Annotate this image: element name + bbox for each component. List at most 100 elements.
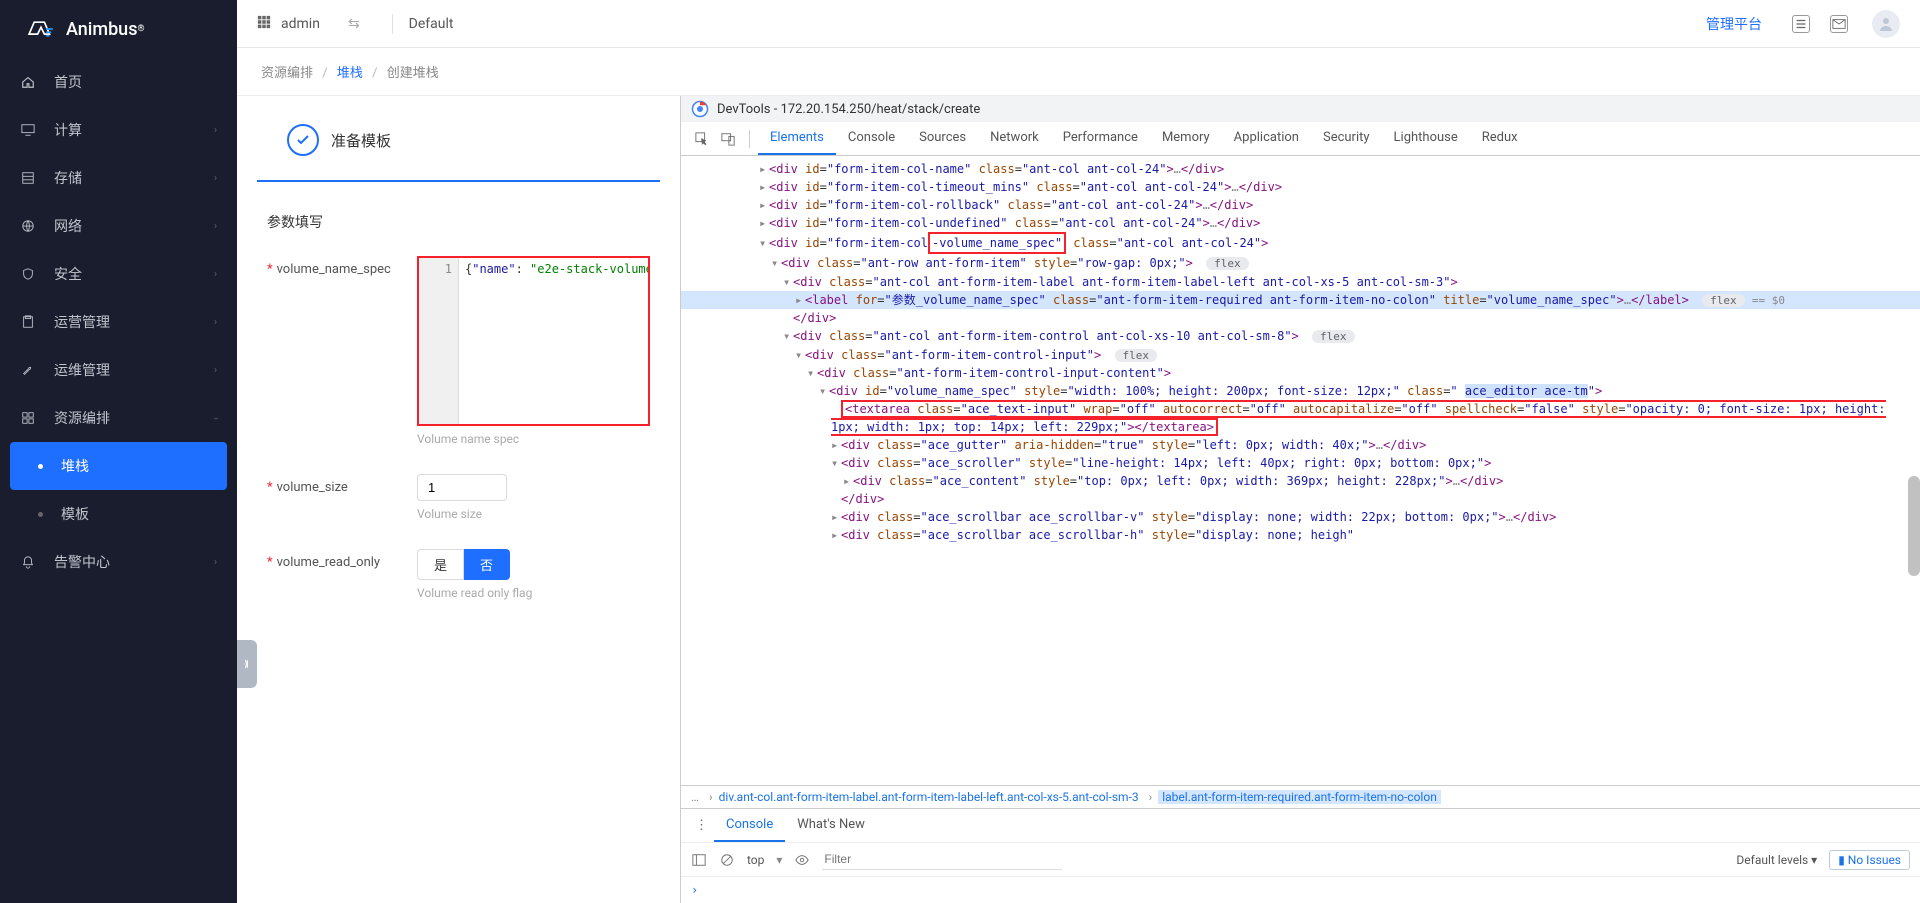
context-selector[interactable]: top	[747, 853, 764, 867]
sidebar-item-4[interactable]: 安全›	[0, 250, 237, 298]
user-avatar[interactable]	[1872, 10, 1900, 38]
dom-node-13[interactable]: <textarea class="ace_text-input" wrap="o…	[681, 400, 1920, 436]
devtools-tab-network[interactable]: Network	[978, 122, 1051, 155]
sidebar-item-3[interactable]: 网络›	[0, 202, 237, 250]
dom-node-6[interactable]: ▾<div class="ant-col ant-form-item-label…	[681, 273, 1920, 291]
dom-node-14[interactable]: ▸<div class="ace_gutter" aria-hidden="tr…	[681, 436, 1920, 454]
sidebar-item-label: 安全	[54, 264, 214, 284]
sidebar-item-label: 首页	[54, 72, 217, 92]
label-volume-size: volume_size	[277, 480, 348, 495]
radio-no[interactable]: 否	[464, 549, 510, 580]
sidebar-item-6[interactable]: 运维管理›	[0, 346, 237, 394]
devtools-tab-sources[interactable]: Sources	[907, 122, 978, 155]
brand-logo: Animbus®	[0, 0, 237, 58]
dom-node-2[interactable]: ▸<div id="form-item-col-rollback" class=…	[681, 196, 1920, 214]
code-editor-volume-name-spec[interactable]: 1 {"name": "e2e-stack-volume"}	[417, 256, 650, 426]
devtools-tab-memory[interactable]: Memory	[1150, 122, 1222, 155]
breadcrumb-root[interactable]: 资源编排	[261, 66, 313, 81]
devtools-breadcrumb[interactable]: … › div.ant-col.ant-form-item-label.ant-…	[681, 785, 1920, 808]
crumb-current[interactable]: label.ant-form-item-required.ant-form-it…	[1158, 790, 1441, 804]
list-icon[interactable]	[1792, 15, 1810, 33]
devtools-tab-console[interactable]: Console	[836, 122, 907, 155]
drawer-tab-console[interactable]: Console	[714, 809, 785, 842]
admin-label[interactable]: admin	[281, 16, 320, 32]
sidebar-subitem-7-1[interactable]: 模板	[0, 490, 237, 538]
devtools-tab-application[interactable]: Application	[1222, 122, 1311, 155]
devtools-tab-redux[interactable]: Redux	[1470, 122, 1530, 155]
eye-icon[interactable]	[794, 853, 810, 867]
console-toolbar: top ▾ Default levels ▾ ▮ No Issues	[681, 842, 1920, 876]
globe-icon	[20, 218, 36, 234]
dom-node-18[interactable]: ▸<div class="ace_scrollbar ace_scrollbar…	[681, 508, 1920, 526]
dom-node-19[interactable]: ▸<div class="ace_scrollbar ace_scrollbar…	[681, 526, 1920, 544]
dom-node-17[interactable]: </div>	[681, 490, 1920, 508]
dom-node-11[interactable]: ▾<div class="ant-form-item-control-input…	[681, 364, 1920, 382]
sidebar-subitem-7-0[interactable]: 堆栈	[10, 442, 227, 490]
breadcrumb-current: 创建堆栈	[387, 66, 439, 81]
devtools-app-icon	[691, 100, 709, 118]
device-icon[interactable]	[715, 124, 741, 154]
devtools-titlebar: DevTools - 172.20.154.250/heat/stack/cre…	[681, 96, 1920, 122]
dom-node-7[interactable]: ▸<label for="参数_volume_name_spec" class=…	[681, 291, 1920, 310]
dom-node-12[interactable]: ▾<div id="volume_name_spec" style="width…	[681, 382, 1920, 400]
sidebar-item-7[interactable]: 资源编排›	[0, 394, 237, 442]
devtools-tab-security[interactable]: Security	[1311, 122, 1382, 155]
sidebar-item-8[interactable]: 告警中心›	[0, 538, 237, 586]
database-icon	[20, 170, 36, 186]
project-label[interactable]: Default	[409, 16, 454, 32]
chevron-right-icon: ›	[214, 317, 217, 328]
clipboard-icon	[20, 314, 36, 330]
field-volume-name-spec: *volume_name_spec 1 {"name": "e2e-stack-…	[237, 242, 680, 460]
sidebar-item-0[interactable]: 首页	[0, 58, 237, 106]
code-body[interactable]: {"name": "e2e-stack-volume"}	[459, 258, 648, 424]
dom-node-16[interactable]: ▸<div class="ace_content" style="top: 0p…	[681, 472, 1920, 490]
devtools-tab-performance[interactable]: Performance	[1051, 122, 1150, 155]
radio-yes[interactable]: 是	[417, 549, 464, 580]
devtools-elements-tree[interactable]: ▸<div id="form-item-col-name" class="ant…	[681, 156, 1920, 785]
dom-node-10[interactable]: ▾<div class="ant-form-item-control-input…	[681, 346, 1920, 365]
dom-node-3[interactable]: ▸<div id="form-item-col-undefined" class…	[681, 214, 1920, 232]
sidebar-collapse-handle[interactable]	[237, 640, 257, 688]
label-volume-name-spec: volume_name_spec	[277, 262, 391, 277]
dom-node-4[interactable]: ▾<div id="form-item-col-volume_name_spec…	[681, 232, 1920, 254]
devtools-tab-elements[interactable]: Elements	[758, 122, 836, 155]
chevron-right-icon: ›	[214, 269, 217, 280]
inspect-icon[interactable]	[689, 124, 715, 154]
clear-console-icon[interactable]	[719, 853, 735, 867]
wrench-icon	[20, 362, 36, 378]
dom-node-15[interactable]: ▾<div class="ace_scroller" style="line-h…	[681, 454, 1920, 472]
topbar: admin ⇆ Default 管理平台	[237, 0, 1920, 48]
sidebar-item-2[interactable]: 存储›	[0, 154, 237, 202]
dom-node-8[interactable]: </div>	[681, 309, 1920, 327]
log-levels-selector[interactable]: Default levels ▾	[1736, 853, 1817, 867]
section-title: 参数填写	[237, 182, 680, 242]
console-filter-input[interactable]	[822, 849, 1062, 870]
no-issues-badge[interactable]: ▮ No Issues	[1829, 850, 1910, 870]
swap-icon[interactable]: ⇆	[348, 16, 360, 32]
breadcrumb-parent[interactable]: 堆栈	[337, 66, 363, 81]
manage-platform-link[interactable]: 管理平台	[1706, 14, 1762, 34]
sidebar-item-5[interactable]: 运营管理›	[0, 298, 237, 346]
drawer-tab-what-s-new[interactable]: What's New	[785, 809, 877, 842]
drawer-menu-icon[interactable]: ⋮	[689, 810, 714, 841]
console-sidebar-icon[interactable]	[691, 853, 707, 867]
monitor-icon	[20, 122, 36, 138]
scrollbar-vertical[interactable]	[1908, 476, 1920, 576]
dom-node-9[interactable]: ▾<div class="ant-col ant-form-item-contr…	[681, 327, 1920, 346]
dom-node-1[interactable]: ▸<div id="form-item-col-timeout_mins" cl…	[681, 178, 1920, 196]
mail-icon[interactable]	[1830, 15, 1848, 33]
devtools-tab-lighthouse[interactable]: Lighthouse	[1382, 122, 1470, 155]
dom-node-0[interactable]: ▸<div id="form-item-col-name" class="ant…	[681, 160, 1920, 178]
field-volume-size: *volume_size Volume size	[237, 460, 680, 535]
helper-volume-read-only: Volume read only flag	[417, 586, 650, 600]
input-volume-size[interactable]	[417, 474, 507, 501]
apps-grid-icon[interactable]	[257, 15, 271, 33]
console-prompt[interactable]: ›	[681, 876, 1920, 903]
devtools-panel: DevTools - 172.20.154.250/heat/stack/cre…	[680, 96, 1920, 903]
chevron-right-icon: ›	[214, 557, 217, 568]
dom-node-5[interactable]: ▾<div class="ant-row ant-form-item" styl…	[681, 254, 1920, 273]
sidebar: Animbus® 首页计算›存储›网络›安全›运营管理›运维管理›资源编排›堆栈…	[0, 0, 237, 903]
crumb-parent[interactable]: div.ant-col.ant-form-item-label.ant-form…	[719, 790, 1139, 804]
sidebar-item-label: 计算	[54, 120, 214, 140]
sidebar-item-1[interactable]: 计算›	[0, 106, 237, 154]
